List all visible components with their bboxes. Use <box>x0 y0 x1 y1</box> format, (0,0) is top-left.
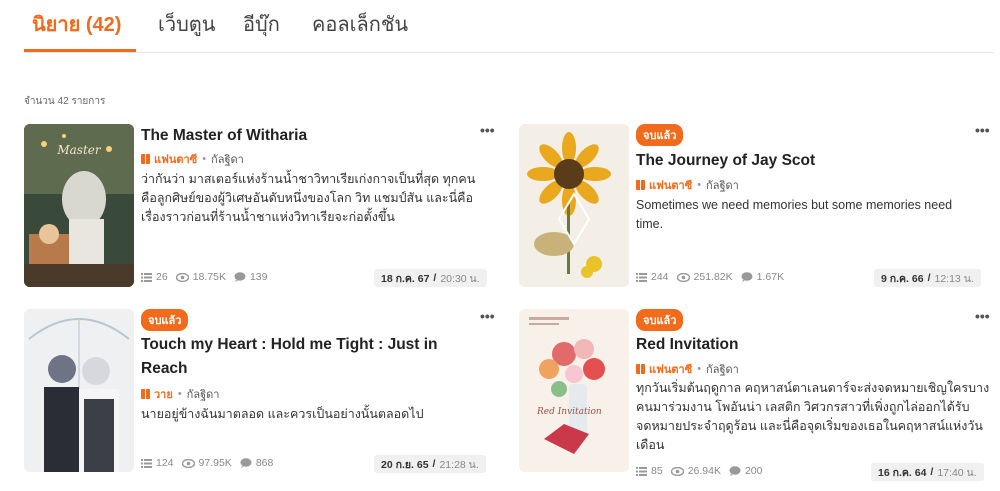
update-date: 16 ก.ค. 64 <box>878 466 927 479</box>
novel-meta: วาย • กัลฐิดา <box>141 385 219 403</box>
date-separator: / <box>930 466 934 478</box>
update-time: 12:13 น. <box>934 272 974 285</box>
eye-icon <box>175 272 189 282</box>
author-link[interactable]: กัลฐิดา <box>706 360 739 378</box>
date-separator: / <box>433 272 437 284</box>
list-icon <box>636 272 647 282</box>
novel-meta: แฟนตาซี • กัลฐิดา <box>141 150 244 168</box>
date-separator: / <box>432 458 436 470</box>
author-link[interactable]: กัลฐิดา <box>706 176 739 194</box>
comment-count: 1.67K <box>756 271 785 283</box>
novel-title[interactable]: The Master of Witharia <box>141 124 461 148</box>
book-cover-image[interactable] <box>24 309 134 472</box>
list-icon <box>141 272 152 282</box>
status-badge: จบแล้ว <box>141 309 189 331</box>
novel-description: นายอยู่ข้างฉันมาตลอด และควรเป็นอย่างนั้น… <box>141 407 424 421</box>
novel-stats: 124 97.95K 868 <box>141 457 281 469</box>
comment-count: 868 <box>255 457 274 469</box>
more-options-button[interactable]: ••• <box>480 308 495 324</box>
chapter-count: 244 <box>651 271 669 283</box>
author-link[interactable]: กัลฐิดา <box>187 385 220 403</box>
novel-description: ว่ากันว่า มาสเตอร์แห่งร้านน้ำชาวิทาเรียเ… <box>141 172 476 224</box>
view-count: 18.75K <box>192 271 226 283</box>
eye-icon <box>181 458 195 468</box>
book-icon <box>141 154 150 164</box>
update-time: 17:40 น. <box>937 466 977 479</box>
more-options-button[interactable]: ••• <box>975 308 990 324</box>
comment-icon <box>729 466 741 476</box>
tab-collection[interactable]: คอลเล็กชัน <box>312 8 408 40</box>
tab-webtoon[interactable]: เว็บตูน <box>158 8 215 40</box>
book-icon <box>141 389 150 399</box>
comment-icon <box>741 272 753 282</box>
category-link[interactable]: แฟนตาซี <box>649 176 692 194</box>
novel-meta: แฟนตาซี • กัลฐิดา <box>636 176 739 194</box>
chapter-count: 85 <box>651 465 663 477</box>
item-count: จำนวน 42 รายการ <box>24 96 106 107</box>
book-cover-image[interactable]: Red Invitation <box>519 309 629 472</box>
status-badge: จบแล้ว <box>636 309 684 331</box>
separator-dot: • <box>697 179 702 191</box>
list-icon <box>636 466 647 476</box>
book-cover-image[interactable]: Master <box>24 124 134 287</box>
novel-title[interactable]: The Journey of Jay Scot <box>636 149 956 173</box>
update-date-pill: 16 ก.ค. 64/17:40 น. <box>871 463 984 481</box>
separator-dot: • <box>202 153 207 165</box>
novel-stats: 244 251.82K 1.67K <box>636 271 792 283</box>
tab-ebook[interactable]: อีบุ๊ก <box>243 8 280 40</box>
chapter-count: 124 <box>156 457 174 469</box>
status-badge: จบแล้ว <box>636 124 684 146</box>
novel-description: ทุกวันเริ่มต้นฤดูกาล คฤหาสน์ตาเลนดาร์จะส… <box>636 381 990 452</box>
update-date-pill: 9 ก.ค. 66/12:13 น. <box>874 269 981 287</box>
update-time: 21:28 น. <box>439 458 479 471</box>
novel-card[interactable]: จบแล้ว The Journey of Jay Scot แฟนตาซี •… <box>519 122 990 287</box>
book-cover-image[interactable] <box>519 124 629 287</box>
chapter-count: 26 <box>156 271 168 283</box>
view-count: 26.94K <box>687 465 721 477</box>
novel-title[interactable]: Touch my Heart : Hold me Tight : Just in… <box>141 333 461 381</box>
book-icon <box>636 180 645 190</box>
novel-description: Sometimes we need memories but some memo… <box>636 198 953 231</box>
update-date-pill: 20 ก.ย. 65/21:28 น. <box>374 455 486 473</box>
view-count: 97.95K <box>198 457 232 469</box>
novel-card[interactable]: Red Invitation จบแล้ว Red Invitation แฟน… <box>519 308 990 481</box>
novel-card[interactable]: จบแล้ว Touch my Heart : Hold me Tight : … <box>24 308 495 473</box>
update-date: 18 ก.ค. 67 <box>381 272 430 285</box>
comment-count: 139 <box>249 271 268 283</box>
category-link[interactable]: แฟนตาซี <box>649 360 692 378</box>
svg-text:Red Invitation: Red Invitation <box>536 407 602 417</box>
update-time: 20:30 น. <box>440 272 480 285</box>
book-icon <box>636 364 645 374</box>
comment-count: 200 <box>744 465 763 477</box>
novel-card[interactable]: Master The Master of Witharia แฟนตาซี • … <box>24 122 495 287</box>
list-icon <box>141 458 152 468</box>
novel-stats: 85 26.94K 200 <box>636 465 771 477</box>
tab-bar: นิยาย (42) เว็บตูน อีบุ๊ก คอลเล็กชัน <box>24 0 994 53</box>
active-tab-indicator <box>24 49 136 52</box>
eye-icon <box>676 272 690 282</box>
novel-meta: แฟนตาซี • กัลฐิดา <box>636 360 739 378</box>
more-options-button[interactable]: ••• <box>975 122 990 138</box>
author-link[interactable]: กัลฐิดา <box>211 150 244 168</box>
category-link[interactable]: วาย <box>154 385 173 403</box>
eye-icon <box>670 466 684 476</box>
view-count: 251.82K <box>693 271 733 283</box>
update-date: 9 ก.ค. 66 <box>881 272 924 285</box>
more-options-button[interactable]: ••• <box>480 122 495 138</box>
svg-text:Master: Master <box>56 143 102 157</box>
novel-title[interactable]: Red Invitation <box>636 333 956 357</box>
separator-dot: • <box>697 363 702 375</box>
comment-icon <box>234 272 246 282</box>
update-date: 20 ก.ย. 65 <box>381 458 429 471</box>
comment-icon <box>240 458 252 468</box>
category-link[interactable]: แฟนตาซี <box>154 150 197 168</box>
novel-stats: 26 18.75K 139 <box>141 271 276 283</box>
tab-novels[interactable]: นิยาย (42) <box>32 8 121 40</box>
date-separator: / <box>927 272 931 284</box>
separator-dot: • <box>177 388 182 400</box>
update-date-pill: 18 ก.ค. 67/20:30 น. <box>374 269 487 287</box>
